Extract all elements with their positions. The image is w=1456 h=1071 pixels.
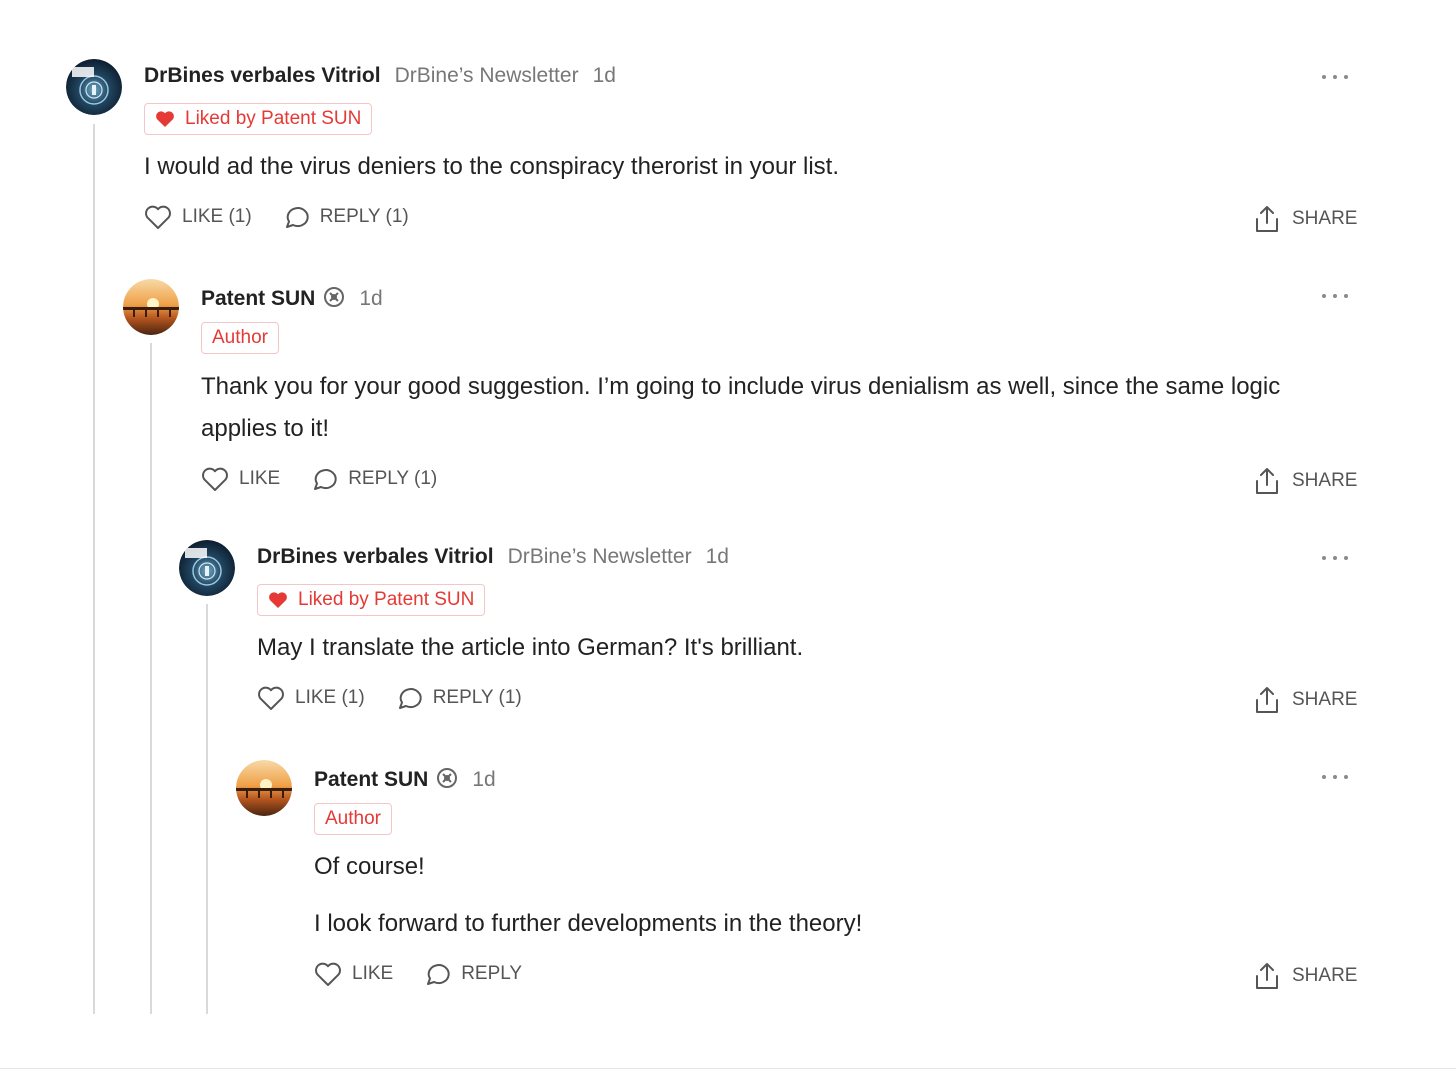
sunset-pier-avatar <box>123 279 179 335</box>
author-chip: Author <box>314 803 392 835</box>
heart-filled-icon <box>156 111 174 127</box>
chip-label: Liked by Patent SUN <box>185 108 362 129</box>
share-button[interactable]: SHARE <box>1254 685 1357 715</box>
speech-bubble-icon <box>314 469 337 490</box>
reply-button[interactable]: REPLY (1) <box>395 685 522 711</box>
divider <box>0 1068 1456 1069</box>
speech-bubble-icon <box>285 207 309 228</box>
speech-bubble-icon <box>398 688 422 709</box>
share-label: SHARE <box>1292 208 1358 229</box>
reply-button[interactable]: REPLY (1) <box>310 466 437 492</box>
like-button[interactable]: LIKE <box>314 961 393 987</box>
speech-bubble-icon <box>427 964 450 985</box>
chip-label: Author <box>212 327 268 348</box>
like-label: LIKE (1) <box>182 206 252 227</box>
share-label: SHARE <box>1292 965 1358 986</box>
heart-icon <box>145 205 171 229</box>
avatar[interactable] <box>66 59 122 115</box>
comment-body: May I translate the article into German?… <box>257 627 1337 669</box>
heart-filled-icon <box>269 592 287 608</box>
comment-paragraph: Thank you for your good suggestion. I’m … <box>201 373 1281 442</box>
comment-paragraph: Of course! <box>314 853 425 880</box>
like-button[interactable]: LIKE (1) <box>257 685 365 711</box>
newsletter-logo-avatar <box>66 59 122 115</box>
share-upload-icon <box>1256 963 1278 989</box>
comment-author[interactable]: Patent SUN <box>314 768 428 792</box>
liked-by-chip: Liked by Patent SUN <box>257 584 486 616</box>
like-button[interactable]: LIKE (1) <box>144 204 252 230</box>
thread-line-level-1 <box>93 124 95 1014</box>
share-button[interactable]: SHARE <box>1254 204 1357 234</box>
like-label: LIKE (1) <box>295 687 365 708</box>
share-upload-icon <box>1256 468 1278 494</box>
share-upload-icon <box>1256 687 1278 713</box>
more-options-button[interactable] <box>1322 67 1348 87</box>
sunset-pier-avatar <box>236 760 292 816</box>
reply-label: REPLY <box>461 963 523 984</box>
heart-icon <box>315 962 341 986</box>
reply-label: REPLY (1) <box>319 206 409 227</box>
avatar[interactable] <box>179 540 235 596</box>
share-button[interactable]: SHARE <box>1254 961 1357 991</box>
comment-author[interactable]: DrBines verbales Vitriol <box>257 545 494 569</box>
publication-name[interactable]: DrBine’s Newsletter <box>508 545 692 569</box>
share-button[interactable]: SHARE <box>1254 466 1357 496</box>
comment-paragraph: I would ad the virus deniers to the cons… <box>144 153 839 180</box>
comment-body: Thank you for your good suggestion. I’m … <box>201 366 1346 450</box>
subscriber-badge-icon <box>323 286 345 313</box>
comment-author[interactable]: Patent SUN <box>201 287 315 311</box>
chip-label: Liked by Patent SUN <box>298 589 475 610</box>
comment-paragraph: May I translate the article into German?… <box>257 634 804 661</box>
thread-line-level-3 <box>206 604 208 1014</box>
thread-line-level-2 <box>150 343 152 1014</box>
author-chip: Author <box>201 322 279 354</box>
comment-body: Of course! I look forward to further dev… <box>314 846 1334 945</box>
comment-time[interactable]: 1d <box>472 768 495 792</box>
comment-body: I would ad the virus deniers to the cons… <box>144 146 1334 188</box>
newsletter-logo-avatar <box>179 540 235 596</box>
reply-label: REPLY (1) <box>432 687 522 708</box>
reply-button[interactable]: REPLY (1) <box>282 204 409 230</box>
more-options-button[interactable] <box>1322 767 1348 787</box>
more-options-button[interactable] <box>1322 286 1348 306</box>
publication-name[interactable]: DrBine’s Newsletter <box>395 64 579 88</box>
heart-icon <box>202 467 228 491</box>
avatar[interactable] <box>236 760 292 816</box>
reply-button[interactable]: REPLY <box>423 961 522 987</box>
comment-author[interactable]: DrBines verbales Vitriol <box>144 64 381 88</box>
subscriber-badge-icon <box>436 767 458 794</box>
heart-icon <box>258 686 284 710</box>
like-label: LIKE <box>352 963 394 984</box>
like-button[interactable]: LIKE <box>201 466 280 492</box>
share-upload-icon <box>1256 206 1278 232</box>
comment-time[interactable]: 1d <box>593 64 616 88</box>
liked-by-chip: Liked by Patent SUN <box>144 103 373 135</box>
reply-label: REPLY (1) <box>348 468 438 489</box>
chip-label: Author <box>325 808 381 829</box>
like-label: LIKE <box>239 468 281 489</box>
avatar[interactable] <box>123 279 179 335</box>
share-label: SHARE <box>1292 689 1358 710</box>
more-options-button[interactable] <box>1322 548 1348 568</box>
comment-paragraph: I look forward to further developments i… <box>314 910 863 937</box>
share-label: SHARE <box>1292 470 1358 491</box>
comment-time[interactable]: 1d <box>706 545 729 569</box>
comment-time[interactable]: 1d <box>359 287 382 311</box>
